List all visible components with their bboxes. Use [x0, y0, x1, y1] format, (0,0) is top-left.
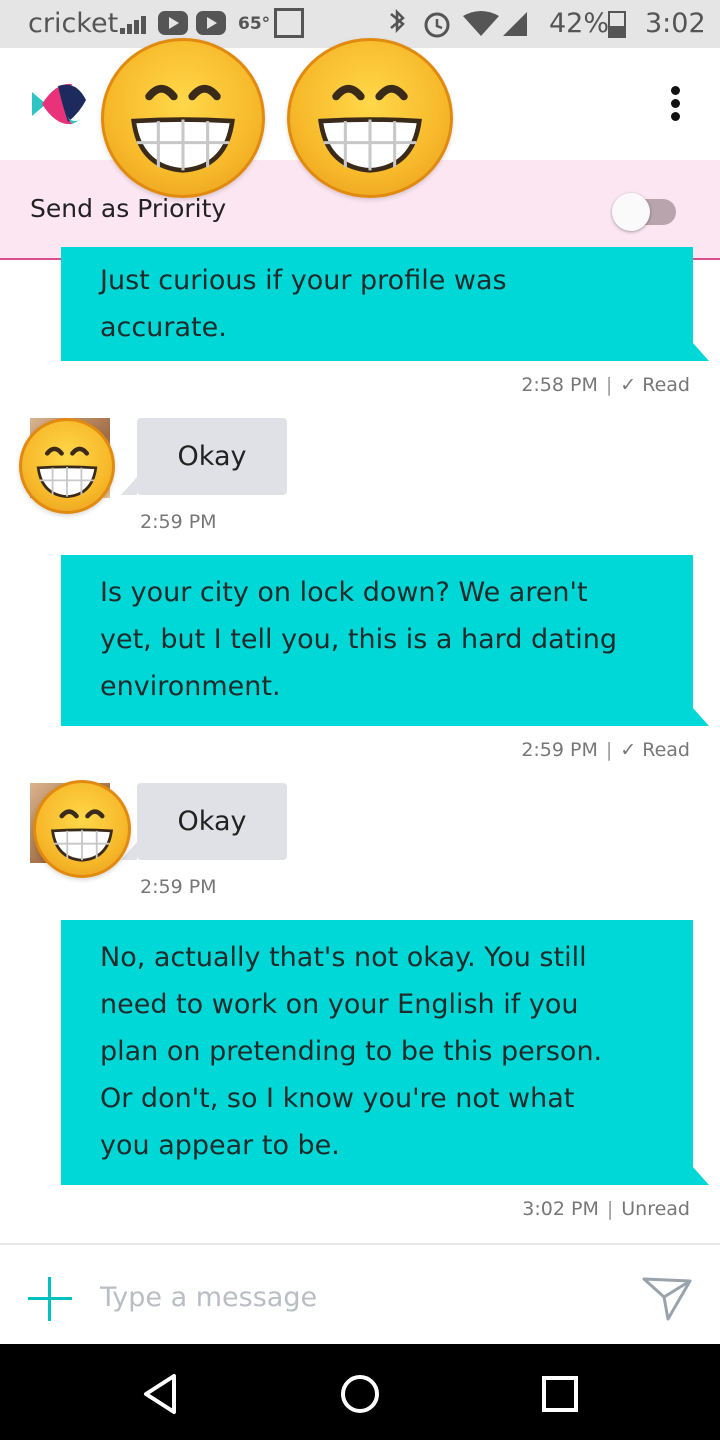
message-bubble-outgoing[interactable]: Is your city on lock down? We aren't yet…: [61, 555, 709, 726]
system-nav-bar: [0, 1344, 720, 1440]
grinning-emoji-icon: [33, 780, 131, 878]
message-line: environment.: [100, 671, 281, 702]
message-meta: 2:58 PM | ✓ Read: [521, 374, 690, 396]
youtube-icon: [158, 11, 188, 35]
read-status: Read: [642, 374, 690, 396]
message-line: plan on pretending to be this person.: [100, 1036, 603, 1067]
clock: 3:02: [645, 8, 706, 39]
message-bubble-outgoing[interactable]: Just curious if your profile was accurat…: [61, 247, 709, 361]
message-line: Or don't, so I know you're not what: [100, 1083, 575, 1114]
send-icon[interactable]: [640, 1273, 694, 1323]
check-icon: ✓: [620, 739, 643, 761]
fish-logo-icon[interactable]: [28, 72, 92, 136]
message-meta: 3:02 PM | Unread: [522, 1198, 690, 1220]
message-line: need to work on your English if you: [100, 989, 579, 1020]
recents-square-icon[interactable]: [538, 1372, 582, 1416]
message-time: 2:59 PM: [521, 739, 598, 761]
message-text: Okay: [177, 441, 247, 472]
home-circle-icon[interactable]: [338, 1372, 382, 1416]
message-time: 2:58 PM: [521, 374, 598, 396]
message-input[interactable]: [100, 1273, 620, 1321]
priority-label: Send as Priority: [30, 194, 227, 223]
message-time: 2:59 PM: [140, 876, 217, 898]
temperature: 65°: [238, 14, 271, 34]
message-line: yet, but I tell you, this is a hard dati…: [100, 624, 618, 655]
alarm-icon: [424, 12, 450, 38]
youtube-icon: [196, 11, 226, 35]
grinning-emoji-icon: [19, 418, 115, 514]
message-composer: [0, 1243, 720, 1344]
message-text: Okay: [177, 806, 247, 837]
battery-icon: [608, 11, 626, 38]
battery-percent: 42%: [549, 8, 610, 39]
add-attachment-icon[interactable]: [28, 1277, 72, 1321]
message-time: 2:59 PM: [140, 511, 217, 533]
message-time: 3:02 PM: [522, 1198, 599, 1220]
message-line: Just curious if your profile was: [100, 265, 507, 296]
message-bubble-incoming[interactable]: Okay: [121, 418, 287, 495]
bluetooth-icon: [390, 8, 405, 34]
check-icon: ✓: [620, 374, 643, 396]
wifi-icon: [463, 11, 499, 36]
carrier-name: cricket: [28, 8, 119, 39]
cell-signal-icon: [503, 12, 527, 36]
message-meta: 2:59 PM | ✓ Read: [521, 739, 690, 761]
home-icon: [274, 8, 304, 38]
read-status: Read: [642, 739, 690, 761]
unread-status: Unread: [621, 1198, 690, 1220]
signal-bars-icon: [120, 16, 146, 34]
message-line: you appear to be.: [100, 1130, 340, 1161]
back-triangle-icon[interactable]: [138, 1372, 182, 1416]
message-bubble-outgoing[interactable]: No, actually that's not okay. You still …: [61, 920, 709, 1185]
message-line: accurate.: [100, 312, 227, 343]
grinning-emoji-icon: [101, 38, 265, 198]
message-bubble-incoming[interactable]: Okay: [121, 783, 287, 860]
message-line: No, actually that's not okay. You still: [100, 942, 587, 973]
toggle-knob: [612, 193, 650, 231]
more-vert-icon[interactable]: [662, 84, 690, 124]
message-line: Is your city on lock down? We aren't: [100, 577, 588, 608]
grinning-emoji-icon: [287, 38, 453, 198]
system-status-icons: [390, 8, 527, 38]
priority-toggle[interactable]: [612, 193, 676, 231]
